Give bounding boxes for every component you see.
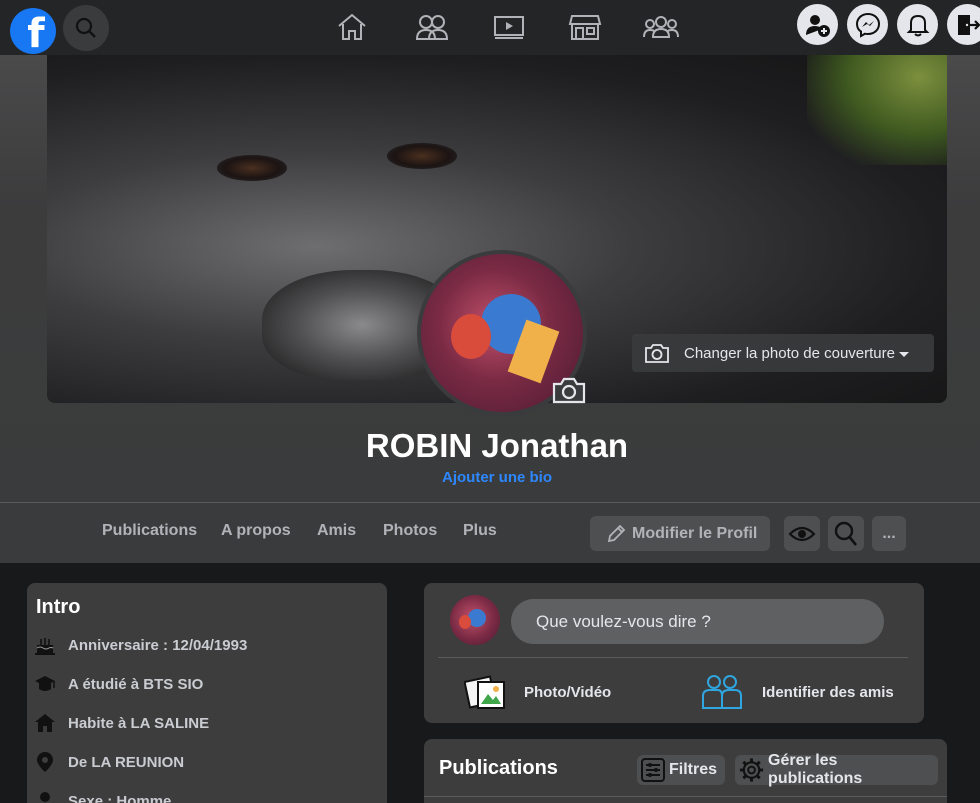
intro-item-lives-in: Habite à LA SALINE [33,712,209,734]
nav-groups[interactable] [643,10,679,44]
person-icon [33,790,57,803]
filters-icon [641,758,665,782]
composer-avatar [450,595,500,645]
cake-icon [33,634,57,656]
filters-button[interactable]: Filtres [637,755,726,785]
nav-friends[interactable] [414,10,450,44]
cover-eye-left [217,155,287,181]
tab-friends[interactable]: Amis [317,522,356,540]
messenger-icon [855,12,880,38]
camera-icon [552,377,586,404]
intro-item-text: De LA REUNION [68,753,185,771]
avatar-art-shape [451,314,491,359]
publications-card: Publications Filtres Gérer les publicati… [424,739,947,803]
messenger-button[interactable] [847,4,888,45]
eye-icon [788,526,816,541]
search-icon [834,521,858,546]
add-friend-button[interactable] [797,4,838,45]
search-profile-button[interactable] [828,516,864,551]
search-icon [75,17,96,38]
change-cover-button[interactable]: Changer la photo de couverture [632,334,934,372]
cover-eye-right [387,143,457,169]
nav-watch[interactable] [491,10,527,44]
avatar-art-shape [468,609,486,627]
add-bio-link[interactable]: Ajouter une bio [0,469,980,486]
facebook-logo[interactable]: f [10,8,56,54]
more-options-button[interactable]: ... [872,516,906,551]
logout-icon [957,14,980,35]
nav-marketplace[interactable] [567,10,603,44]
profile-name: ROBIN Jonathan [365,427,629,464]
gear-icon [739,758,764,782]
logo-letter: f [27,11,45,54]
nav-home[interactable] [334,10,370,44]
change-avatar-button[interactable] [551,373,587,407]
graduation-icon [33,673,57,695]
location-pin-icon [33,751,57,773]
publications-divider [424,796,947,797]
header-divider [0,502,980,503]
photo-video-button[interactable]: Photo/Vidéo [464,672,611,712]
tag-friends-button[interactable]: Identifier des amis [700,672,894,712]
pencil-icon [607,524,626,542]
tag-friends-icon [702,675,742,709]
manage-posts-button[interactable]: Gérer les publications [735,752,938,787]
camera-icon [645,344,669,363]
change-cover-label: Changer la photo de couverture [684,344,895,362]
intro-item-text: Anniversaire : 12/04/1993 [68,636,248,654]
home-icon [338,13,366,40]
groups-icon [643,16,679,38]
cover-foliage [807,55,947,165]
friends-icon [415,15,449,40]
avatar-art-shape [459,615,471,629]
intro-title: Intro [36,596,81,618]
house-icon [33,712,57,734]
photo-icon [464,675,505,709]
post-input[interactable]: Que voulez-vous dire ? [511,599,884,644]
edit-profile-label: Modifier le Profil [632,524,758,542]
tab-publications[interactable]: Publications [102,522,197,540]
tag-friends-label: Identifier des amis [762,683,894,701]
intro-item-text: Sexe : Homme [68,792,172,803]
view-as-button[interactable] [784,516,820,551]
top-navigation-bar: f [0,0,980,55]
caret-down-icon [898,351,909,357]
search-button[interactable] [63,5,109,51]
tab-more[interactable]: Plus [463,522,497,540]
intro-item-education: A étudié à BTS SIO [33,673,203,695]
publications-title: Publications [439,757,558,779]
intro-item-text: A étudié à BTS SIO [68,675,204,693]
photo-video-label: Photo/Vidéo [524,683,612,701]
intro-item-birthday: Anniversaire : 12/04/1993 [33,634,247,656]
tab-photos[interactable]: Photos [383,522,437,540]
watch-icon [494,16,524,39]
intro-item-text: Habite à LA SALINE [68,714,210,732]
marketplace-icon [568,15,602,40]
logout-button[interactable] [947,4,980,45]
intro-item-from: De LA REUNION [33,751,184,773]
post-composer-card: Que voulez-vous dire ? Photo/Vidéo Ident… [424,583,924,723]
intro-item-gender: Sexe : Homme [33,790,171,803]
tab-about[interactable]: A propos [221,522,291,540]
add-friend-icon [805,14,830,37]
filters-label: Filtres [669,761,718,778]
edit-profile-button[interactable]: Modifier le Profil [590,516,770,551]
intro-card: Intro Anniversaire : 12/04/1993 A étudié… [27,583,387,803]
manage-posts-label: Gérer les publications [768,752,863,787]
composer-divider [438,657,908,658]
notifications-button[interactable] [897,4,938,45]
notifications-icon [906,14,929,36]
